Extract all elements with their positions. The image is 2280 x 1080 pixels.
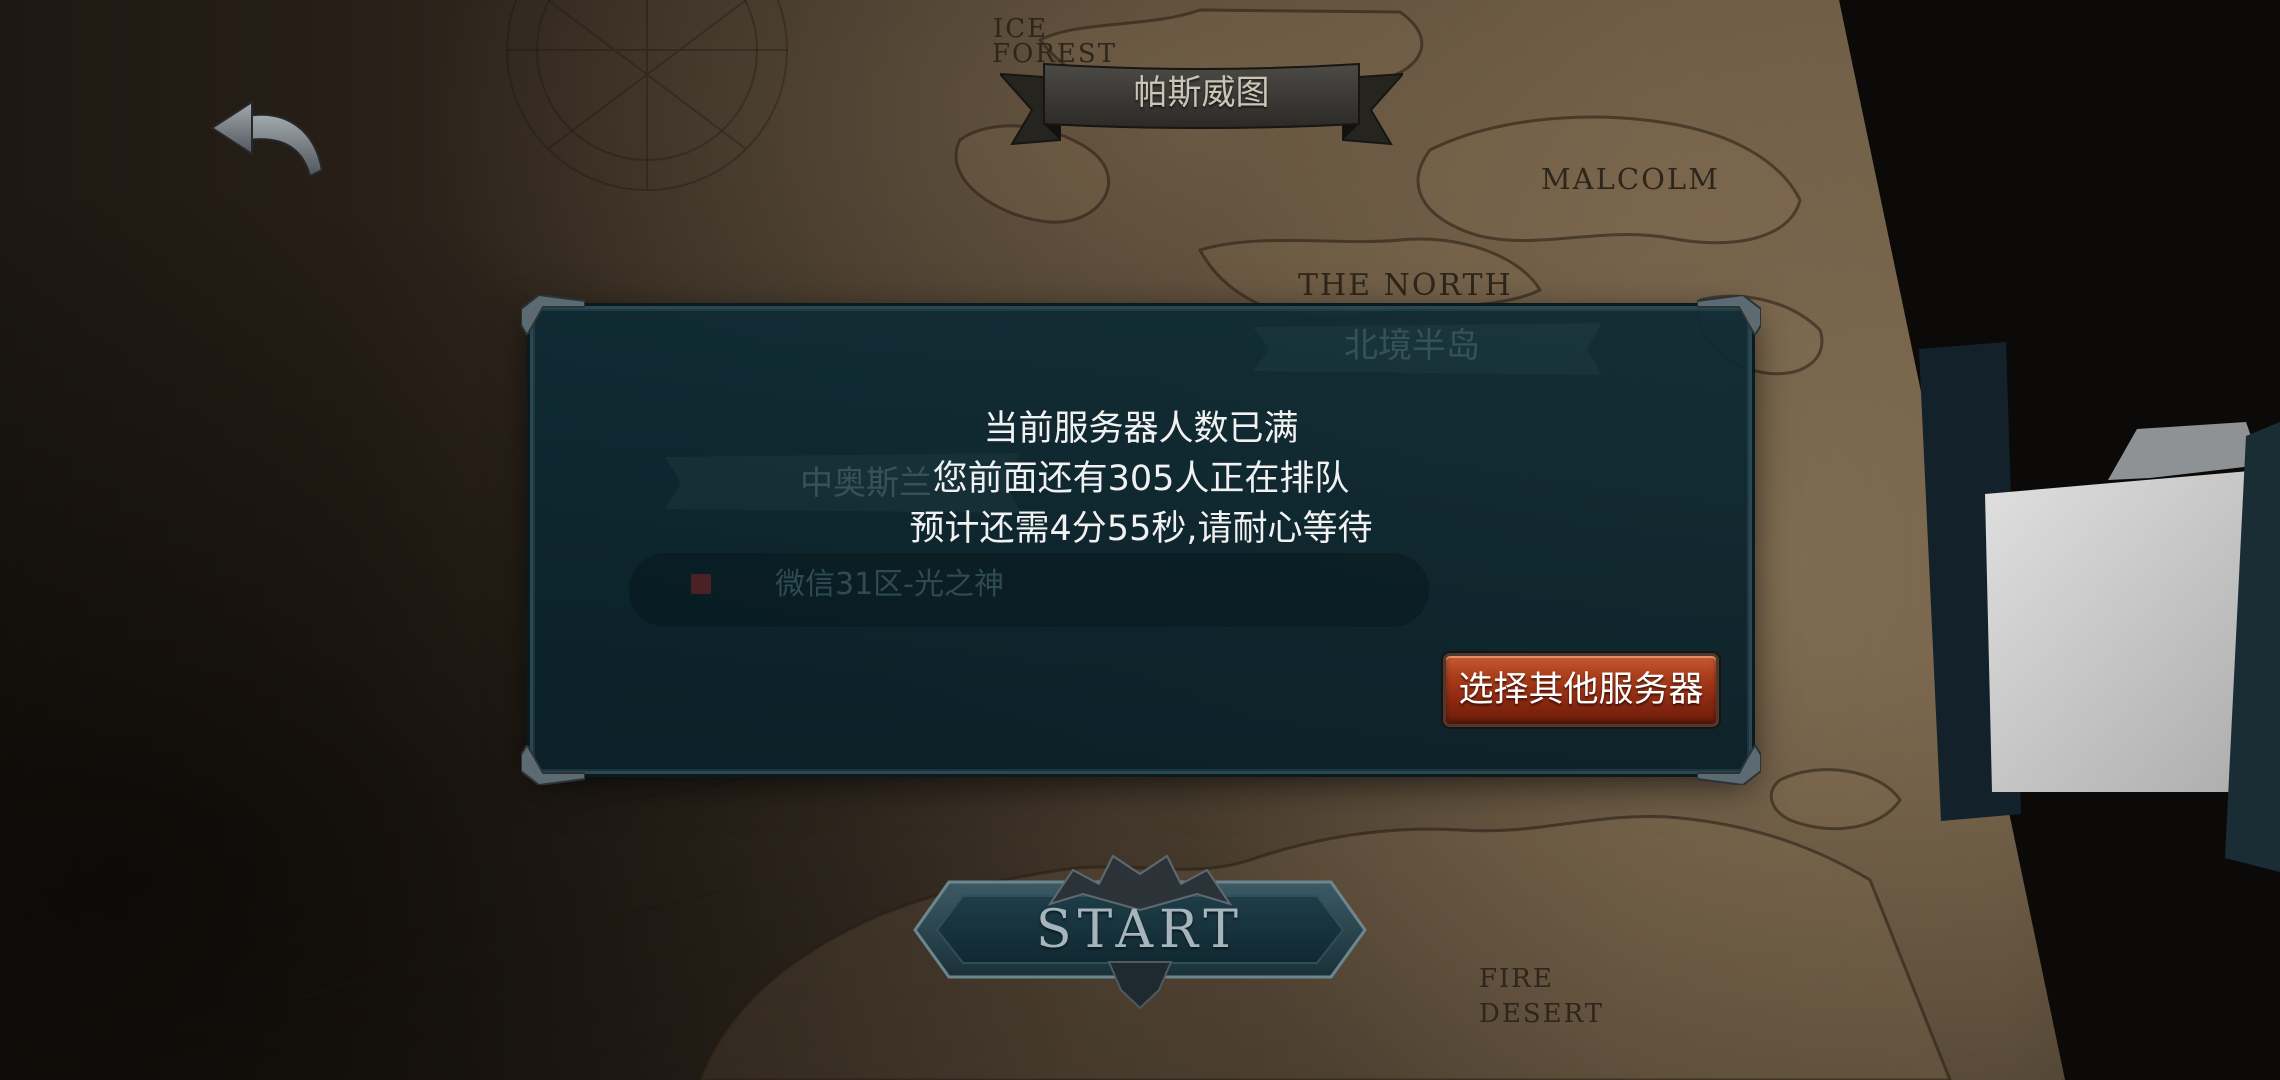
panel-paper	[1985, 470, 2261, 792]
wait-time-suffix: ,请耐心等待	[1186, 509, 1373, 549]
queue-message: 当前服务器人数已满 您前面还有305人正在排队 预计还需4分55秒,请耐心等待	[533, 404, 1749, 554]
faded-server-name: 微信31区-光之神	[775, 567, 1004, 602]
queue-position-prefix: 您前面还有	[932, 459, 1108, 499]
crest-point-icon	[1107, 961, 1173, 1010]
queue-position-suffix: 人正在排队	[1174, 459, 1350, 499]
start-label: START	[1036, 900, 1244, 960]
queue-position-count: 305	[1107, 459, 1175, 499]
corner-ornament	[521, 295, 585, 335]
choose-other-server-button[interactable]: 选择其他服务器	[1443, 653, 1719, 727]
map-label-the-north: THE NORTH	[1298, 268, 1513, 303]
faded-label-north-peninsula: 北境半岛	[1344, 326, 1480, 366]
corner-ornament	[1697, 745, 1761, 785]
back-arrow-icon	[210, 100, 324, 178]
faded-server-row	[629, 553, 1429, 627]
corner-ornament	[1697, 295, 1761, 335]
map-title: 帕斯威图	[1133, 73, 1270, 113]
map-label-desert: DESERT	[1479, 999, 1605, 1029]
map-label-malcolm: MALCOLM	[1541, 162, 1720, 196]
arrow-shaft	[247, 113, 324, 178]
wait-time-prefix: 预计还需	[909, 509, 1050, 549]
wait-time-value: 4分55秒	[1049, 509, 1187, 549]
map-label-fire: FIRE	[1479, 964, 1554, 994]
queue-position-line: 您前面还有305人正在排队	[533, 454, 1749, 504]
arrow-head	[210, 100, 253, 156]
server-full-line: 当前服务器人数已满	[983, 409, 1299, 449]
faded-ribbon	[1253, 323, 1602, 375]
start-button[interactable]: START	[913, 850, 1367, 1010]
panel-paper-fold	[2108, 422, 2261, 480]
wait-time-line: 预计还需4分55秒,请耐心等待	[533, 504, 1749, 554]
back-button[interactable]	[210, 98, 324, 178]
queue-dialog: 北境半岛 中奥斯兰 微信31区-光之神 当前服务器人数已满 您前面还有305人正…	[521, 295, 1761, 785]
server-status-marker	[691, 574, 711, 594]
corner-ornament	[521, 745, 585, 785]
map-title-banner: 帕斯威图	[1000, 60, 1403, 146]
